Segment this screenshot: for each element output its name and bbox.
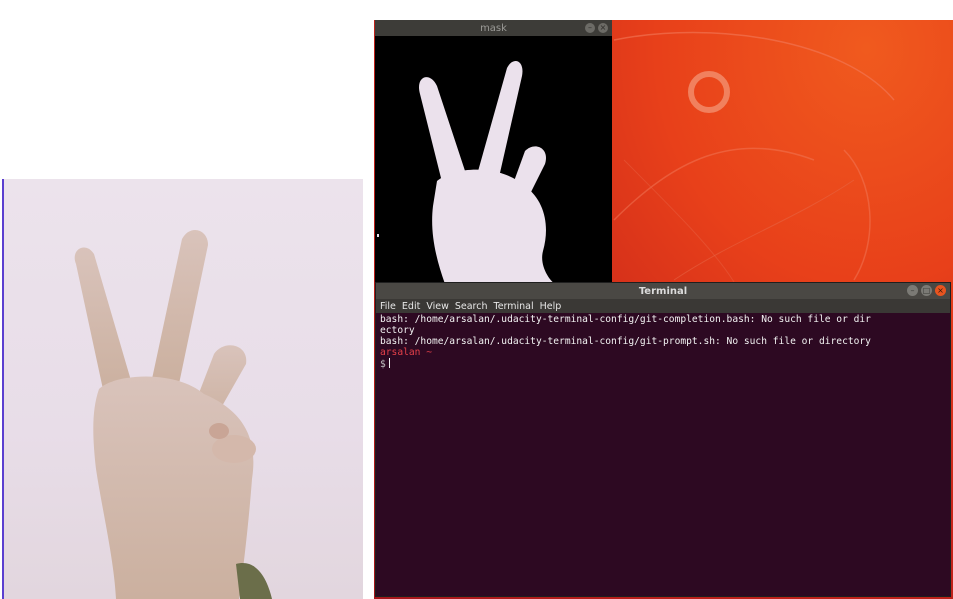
mask-titlebar[interactable]: mask – × xyxy=(375,20,612,36)
menu-file[interactable]: File xyxy=(380,301,396,312)
prompt-line[interactable]: $ xyxy=(380,358,946,370)
mask-image xyxy=(375,36,612,284)
terminal-title: Terminal xyxy=(638,285,688,297)
mask-window-title: mask xyxy=(480,22,507,34)
menu-view[interactable]: View xyxy=(426,301,449,312)
maximize-button[interactable]: □ xyxy=(921,285,932,296)
prompt-symbol: $ xyxy=(380,359,386,370)
close-button[interactable]: × xyxy=(935,285,946,296)
minimize-button[interactable]: – xyxy=(585,23,595,33)
terminal-window[interactable]: Terminal – □ × File Edit View Search Ter… xyxy=(375,282,951,597)
terminal-line: ectory xyxy=(380,325,415,336)
menu-search[interactable]: Search xyxy=(455,301,488,312)
menu-terminal[interactable]: Terminal xyxy=(494,301,534,312)
terminal-line: bash: /home/arsalan/.udacity-terminal-co… xyxy=(380,314,871,325)
text-cursor xyxy=(388,358,390,368)
terminal-line: bash: /home/arsalan/.udacity-terminal-co… xyxy=(380,336,871,347)
hand-image xyxy=(74,230,272,599)
camera-view xyxy=(2,179,363,599)
close-button[interactable]: × xyxy=(598,23,608,33)
minimize-button[interactable]: – xyxy=(907,285,918,296)
menu-edit[interactable]: Edit xyxy=(402,301,420,312)
terminal-titlebar[interactable]: Terminal – □ × xyxy=(376,283,950,299)
menu-help[interactable]: Help xyxy=(540,301,562,312)
prompt-user: arsalan ~ xyxy=(380,347,432,358)
terminal-menubar: File Edit View Search Terminal Help xyxy=(376,299,950,313)
terminal-output[interactable]: bash: /home/arsalan/.udacity-terminal-co… xyxy=(376,313,950,371)
mask-window[interactable]: mask – × xyxy=(375,20,612,284)
